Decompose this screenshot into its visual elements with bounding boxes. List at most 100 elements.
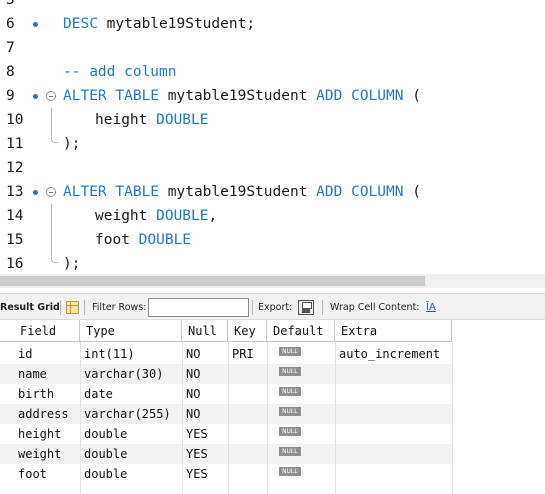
cell-key[interactable]: [228, 384, 267, 404]
cell-null[interactable]: YES: [182, 424, 228, 444]
cell-extra[interactable]: [335, 464, 452, 484]
column-header-field[interactable]: Field: [14, 320, 80, 341]
code-text[interactable]: ALTER TABLE mytable19Student ADD COLUMN …: [63, 180, 421, 204]
table-row[interactable]: foot double YES NULL: [0, 464, 452, 484]
column-header-key[interactable]: Key: [228, 320, 267, 341]
code-line[interactable]: 10 height DOUBLE: [0, 108, 545, 132]
cell-type[interactable]: double: [80, 444, 182, 464]
cell-extra[interactable]: [335, 424, 452, 444]
code-line[interactable]: 11);: [0, 132, 545, 156]
sql-text: (: [403, 88, 421, 104]
code-line[interactable]: 15 foot DOUBLE: [0, 228, 545, 252]
cell-field[interactable]: birth: [14, 384, 80, 404]
cell-type[interactable]: int(11): [80, 344, 182, 364]
code-text[interactable]: -- add column: [63, 60, 177, 84]
code-line[interactable]: 5: [0, 0, 545, 12]
cell-field[interactable]: address: [14, 404, 80, 424]
cell-extra[interactable]: [335, 364, 452, 384]
code-text[interactable]: ALTER TABLE mytable19Student ADD COLUMN …: [63, 84, 421, 108]
grid-header: Field Type Null Key Default Extra: [0, 320, 452, 342]
fold-toggle-icon[interactable]: [46, 91, 56, 101]
export-icon[interactable]: [298, 300, 314, 315]
cell-extra[interactable]: [335, 384, 452, 404]
null-badge: NULL: [279, 447, 301, 456]
code-text[interactable]: weight DOUBLE,: [95, 204, 217, 228]
wrap-cell-icon[interactable]: ĪA: [426, 294, 436, 321]
code-text[interactable]: DESC mytable19Student;: [63, 12, 255, 36]
table-row[interactable]: weight double YES NULL: [0, 444, 452, 464]
cell-field[interactable]: height: [14, 424, 80, 444]
editor-horizontal-scrollbar[interactable]: [0, 274, 545, 288]
cell-default[interactable]: NULL: [267, 384, 335, 404]
cell-default[interactable]: NULL: [267, 364, 335, 384]
table-row[interactable]: address varchar(255) NO NULL: [0, 404, 452, 424]
code-line[interactable]: 12: [0, 156, 545, 180]
cell-key[interactable]: [228, 444, 267, 464]
result-grid-label[interactable]: Result Grid: [0, 294, 60, 321]
cell-extra[interactable]: [335, 444, 452, 464]
cell-field[interactable]: id: [14, 344, 80, 364]
cell-default[interactable]: NULL: [267, 424, 335, 444]
result-grid[interactable]: Field Type Null Key Default Extra id int(11) NO P…: [0, 320, 545, 494]
code-text[interactable]: height DOUBLE: [95, 108, 209, 132]
cell-extra[interactable]: auto_increment: [335, 344, 452, 364]
code-line[interactable]: 9 ALTER TABLE mytable19Student ADD COLUMN…: [0, 84, 545, 108]
column-divider: [335, 342, 336, 494]
result-toolbar: Result Grid Filter Rows: Export: Wrap Ce…: [0, 293, 545, 320]
cell-type[interactable]: varchar(255): [80, 404, 182, 424]
cell-key[interactable]: [228, 364, 267, 384]
cell-field[interactable]: foot: [14, 464, 80, 484]
column-header-extra[interactable]: Extra: [335, 320, 452, 341]
sql-keyword: DOUBLE: [156, 112, 209, 128]
code-line[interactable]: 16);: [0, 252, 545, 274]
scrollbar-thumb[interactable]: [0, 276, 425, 286]
table-row[interactable]: height double YES NULL: [0, 424, 452, 444]
fold-end-guide: [51, 252, 58, 263]
column-header-default[interactable]: Default: [267, 320, 335, 341]
table-row[interactable]: id int(11) NO PRI NULL auto_increment: [0, 344, 452, 364]
code-text[interactable]: );: [63, 132, 80, 156]
line-number: 15: [6, 232, 24, 248]
grid-icon[interactable]: [66, 301, 79, 314]
cell-field[interactable]: name: [14, 364, 80, 384]
cell-null[interactable]: NO: [182, 364, 228, 384]
sql-editor[interactable]: 5 6 DESC mytable19Student; 7 8 -- add column 9…: [0, 0, 545, 274]
filter-rows-input[interactable]: [148, 298, 249, 317]
table-row[interactable]: name varchar(30) NO NULL: [0, 364, 452, 384]
toolbar-separator: [84, 300, 85, 315]
column-header-null[interactable]: Null: [182, 320, 228, 341]
cell-key[interactable]: [228, 404, 267, 424]
code-text[interactable]: foot DOUBLE: [95, 228, 191, 252]
cell-null[interactable]: NO: [182, 384, 228, 404]
code-text[interactable]: );: [63, 252, 80, 274]
cell-default[interactable]: NULL: [267, 344, 335, 364]
line-number: 12: [6, 160, 24, 176]
cell-null[interactable]: NO: [182, 344, 228, 364]
table-row[interactable]: birth date NO NULL: [0, 384, 452, 404]
cell-key[interactable]: [228, 464, 267, 484]
cell-type[interactable]: double: [80, 424, 182, 444]
column-divider: [228, 342, 229, 494]
code-line[interactable]: 14 weight DOUBLE,: [0, 204, 545, 228]
cell-key[interactable]: PRI: [228, 344, 267, 364]
cell-type[interactable]: varchar(30): [80, 364, 182, 384]
wrap-cell-content-label: Wrap Cell Content:: [330, 302, 420, 313]
cell-type[interactable]: double: [80, 464, 182, 484]
cell-type[interactable]: date: [80, 384, 182, 404]
cell-null[interactable]: YES: [182, 444, 228, 464]
code-line[interactable]: 8 -- add column: [0, 60, 545, 84]
cell-extra[interactable]: [335, 404, 452, 424]
cell-key[interactable]: [228, 424, 267, 444]
code-line[interactable]: 7: [0, 36, 545, 60]
cell-default[interactable]: NULL: [267, 444, 335, 464]
column-header-type[interactable]: Type: [80, 320, 182, 341]
code-line[interactable]: 13 ALTER TABLE mytable19Student ADD COLUM…: [0, 180, 545, 204]
cell-default[interactable]: NULL: [267, 464, 335, 484]
cell-null[interactable]: NO: [182, 404, 228, 424]
cell-null[interactable]: YES: [182, 464, 228, 484]
fold-toggle-icon[interactable]: [46, 187, 56, 197]
cell-field[interactable]: weight: [14, 444, 80, 464]
toolbar-separator: [322, 300, 323, 315]
cell-default[interactable]: NULL: [267, 404, 335, 424]
code-line[interactable]: 6 DESC mytable19Student;: [0, 12, 545, 36]
